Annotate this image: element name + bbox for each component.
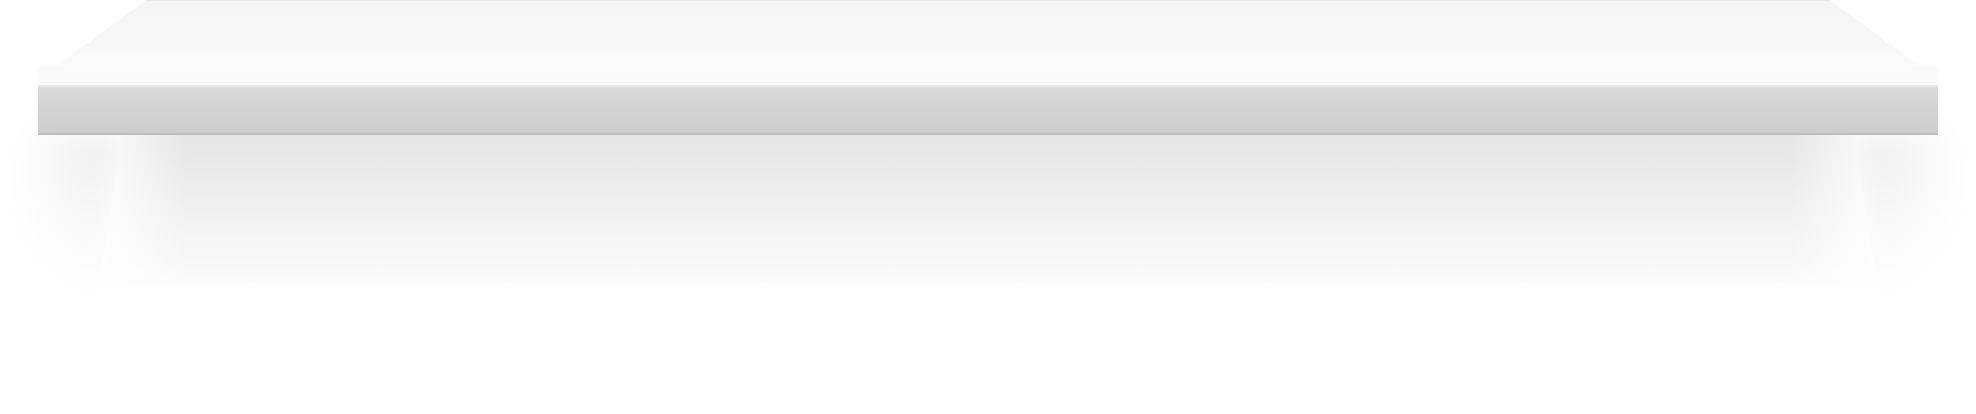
shelf-back-panel-bottom-edge: [98, 284, 1878, 290]
shelf-top-surface: [56, 0, 1920, 66]
shelf-scene: [0, 0, 1976, 414]
shelf-back-panel-fade: [98, 134, 1878, 288]
shelf-front-highlight: [38, 85, 1938, 87]
shelf-top-front-band: [38, 66, 1938, 85]
shelf-front-lowline: [38, 133, 1938, 135]
shelf-illustration: [20, 0, 1956, 412]
shelf-front-edge: [38, 85, 1938, 135]
